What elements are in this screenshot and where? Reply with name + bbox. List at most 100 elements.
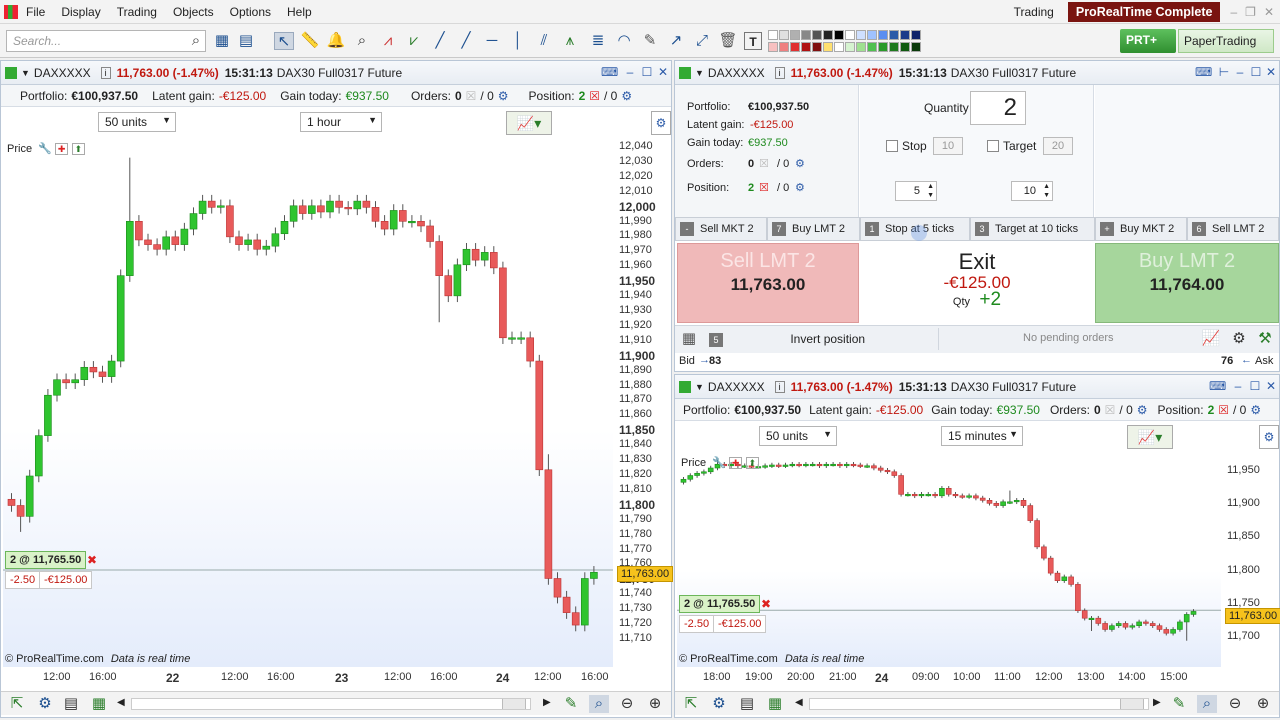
trading-label[interactable]: Trading xyxy=(1006,0,1062,24)
prt-plus-button[interactable]: PRT+ xyxy=(1120,29,1176,53)
minimize-icon[interactable]: – xyxy=(1231,379,1245,393)
color-swatch[interactable] xyxy=(779,42,789,52)
target-at-ticks-button[interactable]: 3 Target at 10 ticks xyxy=(970,217,1095,241)
color-swatch[interactable] xyxy=(834,30,844,40)
position-marker[interactable]: 2 @ 11,765.50 xyxy=(5,551,87,569)
color-swatch[interactable] xyxy=(911,42,921,52)
position-close-icon[interactable]: ☒ xyxy=(1218,403,1229,417)
arc-icon[interactable]: ◠ xyxy=(614,32,634,50)
units-select[interactable]: 50 units ▼ xyxy=(759,426,837,446)
stepper-arrows-icon[interactable]: ▲ ▼ xyxy=(1043,182,1050,200)
horizontal-scrollbar[interactable] xyxy=(131,698,531,710)
buy-lmt-small-button[interactable]: 7 Buy LMT 2 xyxy=(767,217,860,241)
color-swatch[interactable] xyxy=(823,42,833,52)
channel-icon[interactable]: ⫽ xyxy=(534,32,554,50)
color-swatch[interactable] xyxy=(834,42,844,52)
maximize-icon[interactable]: ☐ xyxy=(640,65,654,79)
scrollbar-thumb[interactable] xyxy=(1120,699,1144,709)
window-minimize-icon[interactable]: – xyxy=(1230,5,1237,19)
quantity-input[interactable]: 2 xyxy=(970,91,1026,125)
scrollbar-thumb[interactable] xyxy=(502,699,526,709)
scroll-left-icon[interactable]: ◀ xyxy=(117,697,125,708)
timeframe-select[interactable]: 1 hour ▼ xyxy=(300,112,382,132)
close-position-icon[interactable]: ✖ xyxy=(761,597,771,611)
trend-tool-1-icon[interactable]: ⩘ xyxy=(378,32,398,50)
zoom-in-icon[interactable]: ⊕ xyxy=(645,695,665,713)
position-marker[interactable]: 2 @ 11,765.50 xyxy=(679,595,761,613)
horizontal-line-icon[interactable]: ─ xyxy=(482,32,502,50)
settings-icon[interactable]: ⚙ xyxy=(1229,330,1249,348)
info-icon[interactable]: i xyxy=(100,66,111,79)
chart-right-plot[interactable]: Price 🔧 ✚ ⬆ 2 @ 11,765.50 ✖ -2.50 -€125.… xyxy=(677,453,1221,667)
stop-checkbox[interactable] xyxy=(886,140,898,152)
search-icon[interactable]: ⌕ xyxy=(186,32,206,50)
menu-file[interactable]: File xyxy=(18,0,53,24)
color-swatch[interactable] xyxy=(911,30,921,40)
color-palette[interactable] xyxy=(768,30,924,54)
color-swatch[interactable] xyxy=(845,42,855,52)
minimize-icon[interactable]: – xyxy=(1233,65,1247,79)
alert-bell-icon[interactable]: 🔔 xyxy=(326,32,346,50)
menu-objects[interactable]: Objects xyxy=(165,0,222,24)
instrument-code[interactable]: DAXXXXX xyxy=(708,66,765,80)
target-checkbox[interactable] xyxy=(987,140,999,152)
color-swatch[interactable] xyxy=(856,30,866,40)
close-icon[interactable]: ✕ xyxy=(656,65,670,79)
fibonacci-icon[interactable]: ≣ xyxy=(588,32,608,50)
scroll-right-icon[interactable]: ▶ xyxy=(1153,697,1161,708)
color-swatch[interactable] xyxy=(768,30,778,40)
color-swatch[interactable] xyxy=(867,42,877,52)
close-icon[interactable]: ✕ xyxy=(1264,65,1278,79)
chart-right-x-axis[interactable]: 18:00 19:00 20:00 21:00 24 09:00 10:00 11:00 12:… xyxy=(677,667,1279,689)
zoom-auto-icon[interactable]: ⌕ xyxy=(589,695,609,713)
instrument-code[interactable]: DAXXXXX xyxy=(708,380,765,394)
menu-options[interactable]: Options xyxy=(222,0,279,24)
color-swatch[interactable] xyxy=(823,30,833,40)
table-icon[interactable]: ▤ xyxy=(737,695,757,713)
indicator-settings-icon[interactable]: ⚙ xyxy=(35,695,55,713)
color-swatch[interactable] xyxy=(812,42,822,52)
maximize-icon[interactable]: ☐ xyxy=(1249,65,1263,79)
color-swatch[interactable] xyxy=(878,42,888,52)
cursor-icon[interactable]: ↖ xyxy=(274,32,294,50)
buy-lmt-button[interactable]: Buy LMT 2 11,764.00 xyxy=(1095,243,1279,323)
side-panel-toggle-icon[interactable]: ⚙ xyxy=(1259,425,1279,449)
arrow-icon[interactable]: ↗ xyxy=(666,32,686,50)
orders-settings-icon[interactable]: ⚙ xyxy=(498,89,509,103)
horizontal-scrollbar[interactable] xyxy=(809,698,1149,710)
menu-display[interactable]: Display xyxy=(53,0,108,24)
paper-trading-button[interactable]: PaperTrading xyxy=(1178,29,1274,53)
color-swatch[interactable] xyxy=(889,42,899,52)
table-icon[interactable]: ▤ xyxy=(61,695,81,713)
orders-settings-icon[interactable]: ⚙ xyxy=(1137,403,1148,417)
color-swatch[interactable] xyxy=(768,42,778,52)
grid-icon[interactable]: ▦ xyxy=(765,695,785,713)
timeframe-select[interactable]: 15 minutes ▼ xyxy=(941,426,1023,446)
invert-position-button[interactable]: 5 Invert position xyxy=(707,328,939,350)
screen-layout-icon[interactable]: ▦ xyxy=(212,32,232,50)
instrument-code[interactable]: DAXXXXX xyxy=(34,66,91,80)
color-swatch[interactable] xyxy=(779,30,789,40)
buy-mkt-button[interactable]: + Buy MKT 2 xyxy=(1095,217,1187,241)
chart-icon[interactable]: 📈 xyxy=(1201,330,1221,348)
stepper-arrows-icon[interactable]: ▲ ▼ xyxy=(927,182,934,200)
trend-tool-2-icon[interactable]: ⩗ xyxy=(404,32,424,50)
color-swatch[interactable] xyxy=(845,30,855,40)
chart-left-y-axis[interactable]: 12,040 12,030 12,020 12,010 12,000 11,990 11,9… xyxy=(613,139,671,667)
wrench-icon[interactable]: 🔧 xyxy=(712,457,726,469)
menu-help[interactable]: Help xyxy=(279,0,320,24)
move-indicator-icon[interactable]: ⬆ xyxy=(71,143,86,155)
keyboard-icon[interactable]: ⌨ xyxy=(601,65,618,79)
draw-tool-icon[interactable]: ✎ xyxy=(561,695,581,713)
indicator-menu-icon[interactable]: 📈▾ xyxy=(1127,425,1173,449)
color-swatch[interactable] xyxy=(867,30,877,40)
target-input[interactable]: 20 xyxy=(1043,137,1073,155)
color-swatch[interactable] xyxy=(790,42,800,52)
orders-cancel-icon[interactable]: ☒ xyxy=(1105,403,1116,417)
color-swatch[interactable] xyxy=(812,30,822,40)
grid-icon[interactable]: ▦ xyxy=(89,695,109,713)
color-swatch[interactable] xyxy=(790,30,800,40)
chart-right-y-axis[interactable]: 11,950 11,900 11,850 11,800 11,750 11,700 xyxy=(1221,453,1279,667)
pin-icon[interactable]: ⊢ xyxy=(1217,65,1231,79)
color-swatch[interactable] xyxy=(889,30,899,40)
